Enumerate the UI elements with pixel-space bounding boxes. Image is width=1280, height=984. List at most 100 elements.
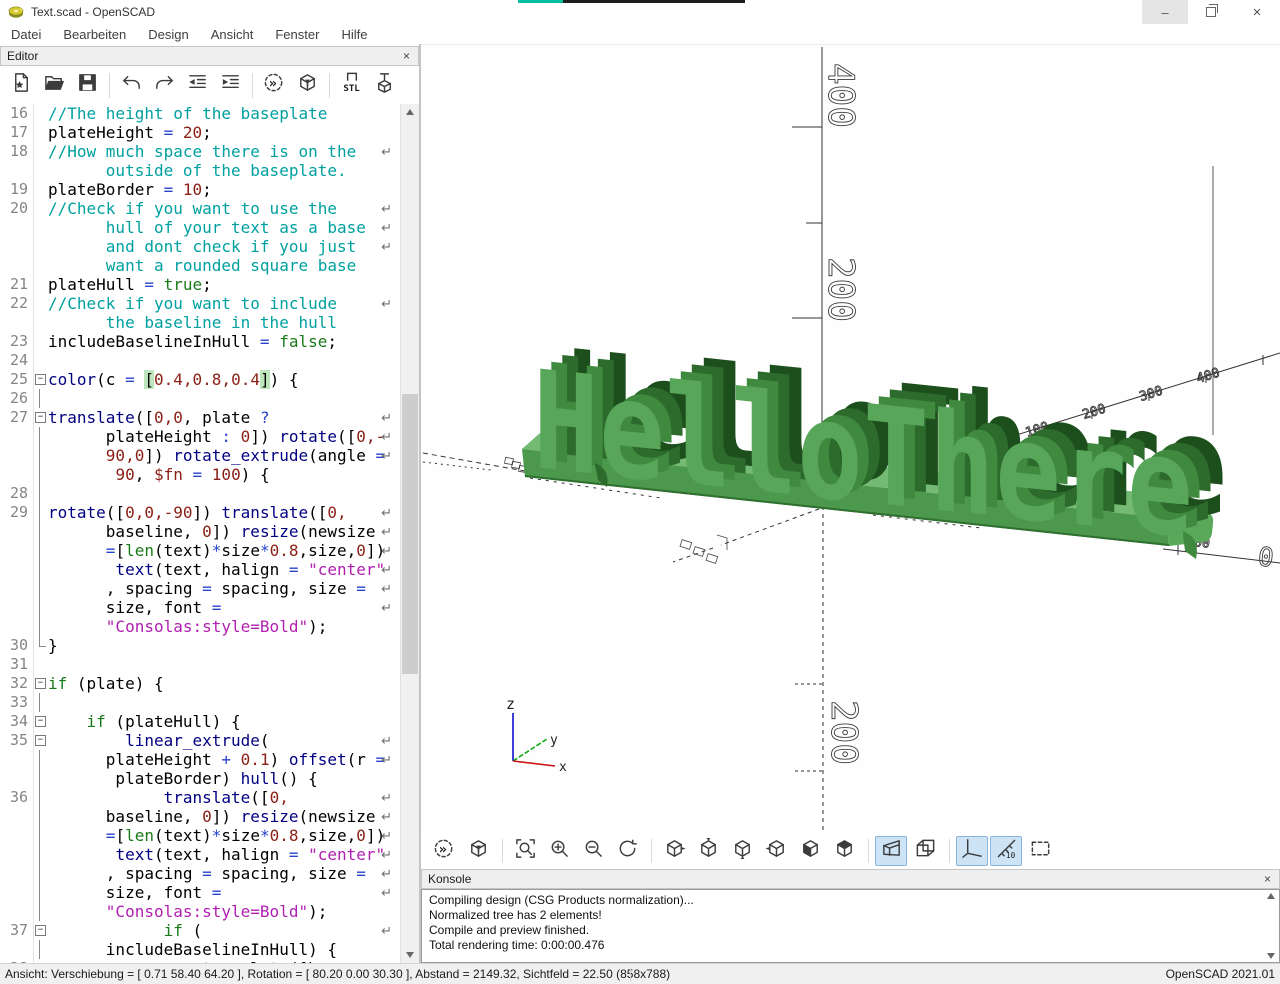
- zoom-out-button[interactable]: [577, 836, 609, 866]
- view-front-button[interactable]: [794, 836, 826, 866]
- code-row[interactable]: 36 translate([0, ↵: [0, 788, 401, 807]
- code-row[interactable]: outside of the baseplate.: [0, 161, 401, 180]
- menu-datei[interactable]: Datei: [0, 26, 52, 43]
- code-row[interactable]: 37− if (↵: [0, 921, 401, 940]
- code-row[interactable]: baseline, 0]) resize(newsize ↵: [0, 522, 401, 541]
- code-row[interactable]: 32− if (plate) {: [0, 674, 401, 693]
- fold-marker-icon[interactable]: −: [35, 412, 46, 423]
- code-row[interactable]: baseline, 0]) resize(newsize ↵: [0, 807, 401, 826]
- code-row[interactable]: 90,0]) rotate_extrude(angle = ↵: [0, 446, 401, 465]
- show-scale-button[interactable]: 10: [990, 836, 1022, 866]
- code-row[interactable]: , spacing = spacing, size = ↵: [0, 864, 401, 883]
- code-row[interactable]: includeBaselineInHull) {: [0, 940, 401, 959]
- save-file-button[interactable]: [71, 69, 104, 101]
- code-row[interactable]: hull of your text as a base ↵: [0, 218, 401, 237]
- code-row[interactable]: 35− linear_extrude(↵: [0, 731, 401, 750]
- show-axes-button[interactable]: [956, 836, 988, 866]
- print-3d-button[interactable]: [368, 69, 401, 101]
- unindent-button[interactable]: [181, 69, 214, 101]
- menu-design[interactable]: Design: [137, 26, 199, 43]
- code-row[interactable]: want a rounded square base: [0, 256, 401, 275]
- view-right-button[interactable]: [658, 836, 690, 866]
- undo-button[interactable]: [115, 69, 148, 101]
- redo-button[interactable]: [148, 69, 181, 101]
- reset-view-button[interactable]: [611, 836, 643, 866]
- fold-marker-icon[interactable]: −: [35, 374, 46, 385]
- view-top-button[interactable]: [692, 836, 724, 866]
- code-row[interactable]: 22//Check if you want to include ↵: [0, 294, 401, 313]
- export-stl-button[interactable]: STL: [335, 69, 368, 101]
- code-row[interactable]: "Consolas:style=Bold");: [0, 617, 401, 636]
- code-row[interactable]: text(text, halign = "center" ↵: [0, 845, 401, 864]
- code-row[interactable]: 24: [0, 351, 401, 370]
- minimize-button[interactable]: –: [1142, 0, 1188, 24]
- code-row[interactable]: 29 rotate([0,0,-90]) translate([0, ↵: [0, 503, 401, 522]
- code-row[interactable]: 30}: [0, 636, 401, 655]
- perspective-button[interactable]: [875, 836, 907, 866]
- code-row[interactable]: 17 plateHeight = 20;: [0, 123, 401, 142]
- open-file-button[interactable]: [38, 69, 71, 101]
- fold-marker-icon[interactable]: −: [35, 678, 46, 689]
- menu-hilfe[interactable]: Hilfe: [330, 26, 378, 43]
- code-editor[interactable]: 16//The height of the baseplate 17 plateHe…: [0, 104, 401, 963]
- code-row[interactable]: =[len(text)*size*0.8,size,0]) ↵: [0, 826, 401, 845]
- editor-scrollbar[interactable]: [400, 104, 419, 963]
- console-output[interactable]: Compiling design (CSG Products normaliza…: [421, 889, 1280, 963]
- new-file-button[interactable]: [5, 69, 38, 101]
- code-row[interactable]: plateBorder) hull() {: [0, 769, 401, 788]
- render-button[interactable]: [291, 69, 324, 101]
- code-row[interactable]: the baseline in the hull: [0, 313, 401, 332]
- zoom-all-button[interactable]: [509, 836, 541, 866]
- editor-scrollbar-thumb[interactable]: [402, 394, 418, 674]
- code-row[interactable]: and dont check if you just ↵: [0, 237, 401, 256]
- code-row[interactable]: 20//Check if you want to use the ↵: [0, 199, 401, 218]
- code-row[interactable]: 31: [0, 655, 401, 674]
- code-row[interactable]: plateHeight : 0]) rotate([0,- ↵: [0, 427, 401, 446]
- code-row[interactable]: plateHeight + 0.1) offset(r = ↵: [0, 750, 401, 769]
- editor-close-icon[interactable]: ×: [401, 49, 412, 63]
- code-row[interactable]: 23 includeBaselineInHull = false;: [0, 332, 401, 351]
- code-row[interactable]: 27− translate([0,0, plate ? ↵: [0, 408, 401, 427]
- console-scroll-up-icon[interactable]: [1267, 893, 1275, 899]
- code-row[interactable]: 34− if (plateHull) {: [0, 712, 401, 731]
- fold-marker-icon[interactable]: −: [35, 735, 46, 746]
- view-all-button[interactable]: [1024, 836, 1056, 866]
- zoom-in-button[interactable]: [543, 836, 575, 866]
- code-row[interactable]: 26: [0, 389, 401, 408]
- fold-marker-icon[interactable]: −: [35, 716, 46, 727]
- orthogonal-button[interactable]: [909, 836, 941, 866]
- code-row[interactable]: "Consolas:style=Bold");: [0, 902, 401, 921]
- code-row[interactable]: 33: [0, 693, 401, 712]
- console-panel-header[interactable]: Konsole ×: [421, 869, 1280, 889]
- fold-marker-icon[interactable]: −: [35, 925, 46, 936]
- 3d-viewport[interactable]: 400 200 200 100 200 300 400 100 0 HelloThere Hel…: [421, 44, 1280, 833]
- code-row[interactable]: size, font = ↵: [0, 598, 401, 617]
- console-scroll-down-icon[interactable]: [1267, 953, 1275, 959]
- editor-panel-header[interactable]: Editor ×: [0, 46, 419, 66]
- code-row[interactable]: 16//The height of the baseplate: [0, 104, 401, 123]
- restore-button[interactable]: [1188, 0, 1234, 24]
- view-left-button[interactable]: [760, 836, 792, 866]
- code-row[interactable]: 90, $fn = 100) {: [0, 465, 401, 484]
- console-close-icon[interactable]: ×: [1262, 872, 1273, 886]
- view-bottom-button[interactable]: [726, 836, 758, 866]
- code-row[interactable]: , spacing = spacing, size = ↵: [0, 579, 401, 598]
- view-back-button[interactable]: [828, 836, 860, 866]
- scroll-down-arrow-icon[interactable]: [401, 947, 419, 963]
- code-row[interactable]: 18//How much space there is on the ↵: [0, 142, 401, 161]
- indent-button[interactable]: [214, 69, 247, 101]
- code-row[interactable]: 28: [0, 484, 401, 503]
- code-row[interactable]: =[len(text)*size*0.8,size,0]) ↵: [0, 541, 401, 560]
- menu-bearbeiten[interactable]: Bearbeiten: [52, 26, 137, 43]
- code-row[interactable]: 21 plateHull = true;: [0, 275, 401, 294]
- code-row[interactable]: size, font = ↵: [0, 883, 401, 902]
- preview-button[interactable]: »: [258, 69, 291, 101]
- menu-fenster[interactable]: Fenster: [264, 26, 330, 43]
- code-row[interactable]: text(text, halign = "center" ↵: [0, 560, 401, 579]
- code-row[interactable]: 19 plateBorder = 10;: [0, 180, 401, 199]
- menu-ansicht[interactable]: Ansicht: [200, 26, 265, 43]
- render-button[interactable]: [462, 836, 494, 866]
- scroll-up-arrow-icon[interactable]: [401, 104, 419, 120]
- preview-button[interactable]: »: [428, 836, 460, 866]
- code-row[interactable]: 25− color(c = [0.4,0.8,0.4]) {: [0, 370, 401, 389]
